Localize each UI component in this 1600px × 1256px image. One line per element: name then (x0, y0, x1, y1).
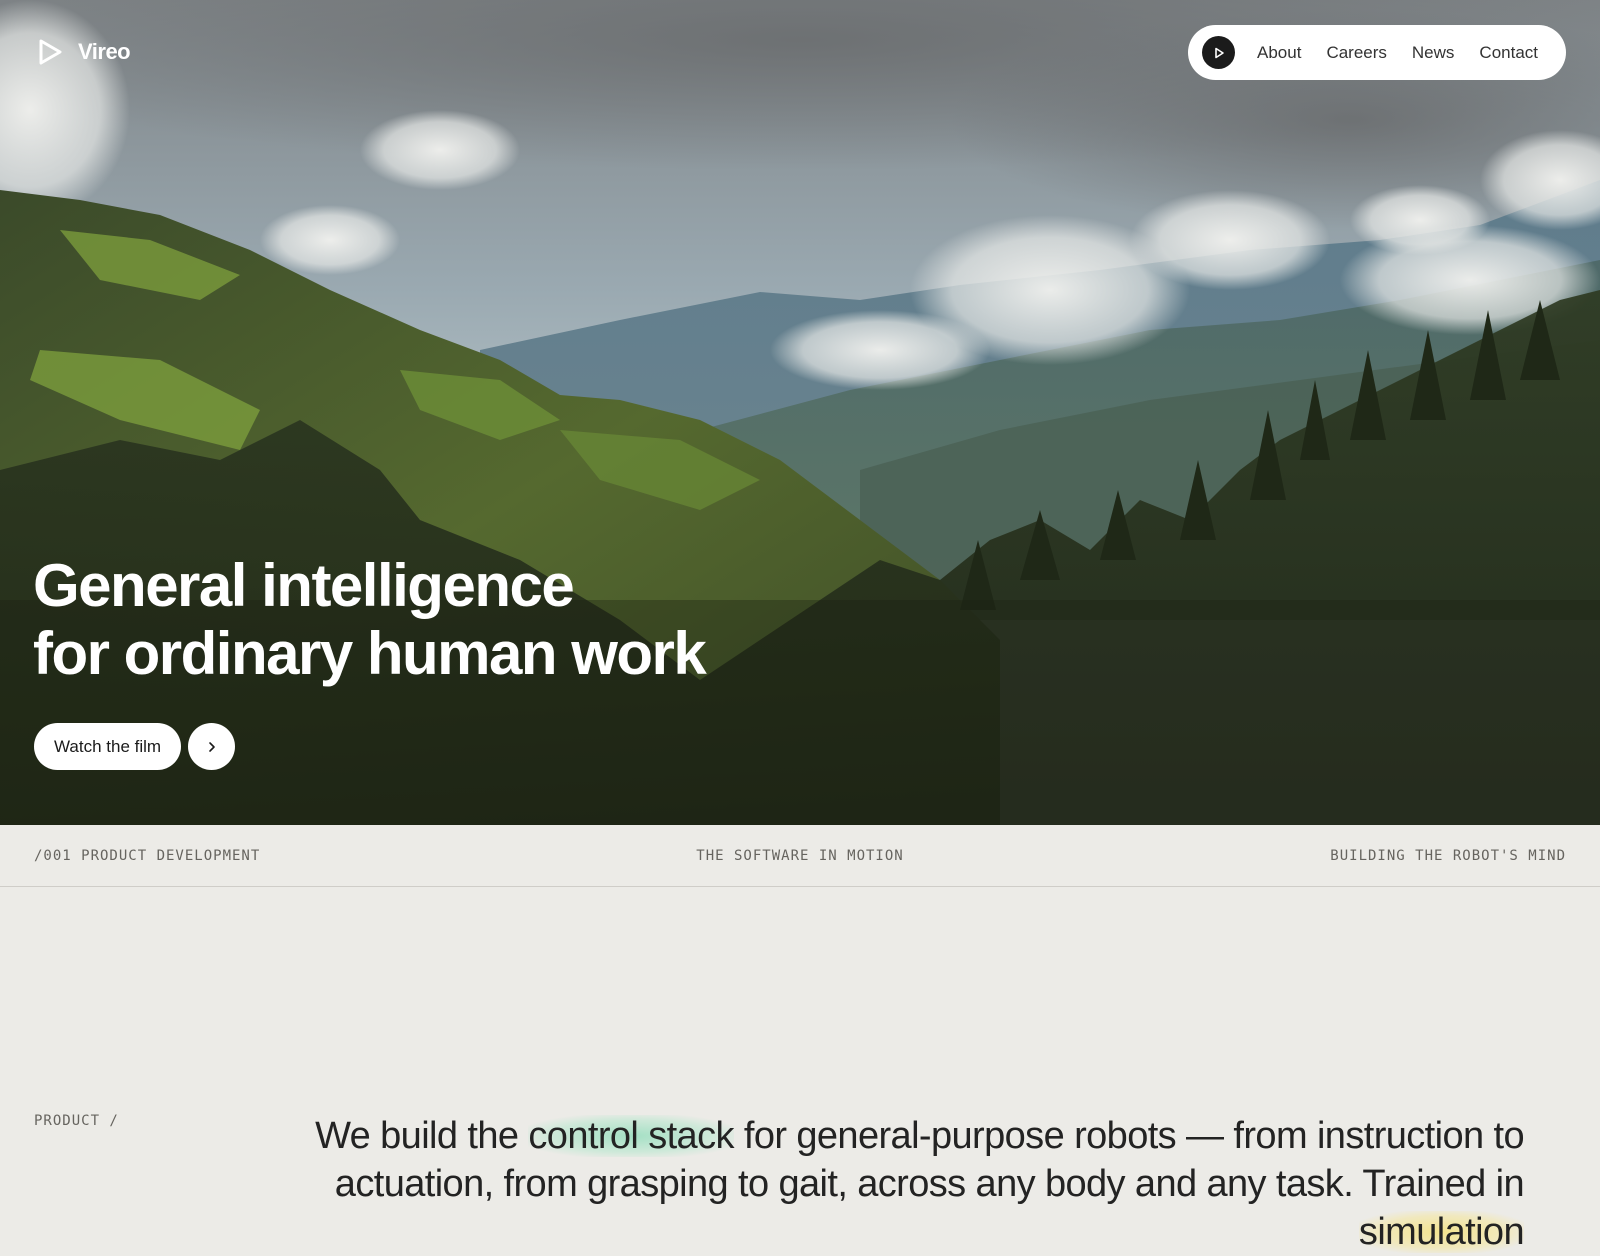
hero-headline-line-1: General intelligence (33, 552, 575, 619)
brand-logo[interactable]: Vireo (38, 38, 131, 66)
hero-background-photo (0, 0, 1600, 825)
nav-about[interactable]: About (1257, 43, 1301, 63)
watch-film-button[interactable]: Watch the film (34, 723, 182, 770)
highlight-simulation: simulation (1358, 1211, 1525, 1253)
hero-headline: General intelligence for ordinary human … (33, 552, 707, 688)
play-triangle-icon (39, 39, 62, 65)
hero-section: Vireo About Careers News Contact General… (0, 0, 1600, 825)
highlight-control-stack: control stack (528, 1115, 735, 1157)
product-statement: We build the control stack for general-p… (178, 1112, 1525, 1256)
product-section-label: PRODUCT / (34, 1113, 119, 1129)
nav-careers[interactable]: Careers (1326, 43, 1386, 63)
strip-right-label: BUILDING THE ROBOT'S MIND (1330, 848, 1566, 864)
section-strip: /001 PRODUCT DEVELOPMENT THE SOFTWARE IN… (0, 825, 1600, 887)
brand-name: Vireo (78, 39, 131, 64)
chevron-right-icon[interactable] (188, 723, 236, 770)
top-nav: About Careers News Contact (1188, 25, 1566, 80)
nav-news[interactable]: News (1412, 43, 1455, 63)
hero-cta-group: Watch the film (34, 723, 236, 770)
nav-contact[interactable]: Contact (1479, 43, 1538, 63)
hero-headline-line-2: for ordinary human work (33, 620, 707, 687)
statement-text-1: We build the (315, 1115, 529, 1157)
play-icon[interactable] (1202, 36, 1235, 69)
